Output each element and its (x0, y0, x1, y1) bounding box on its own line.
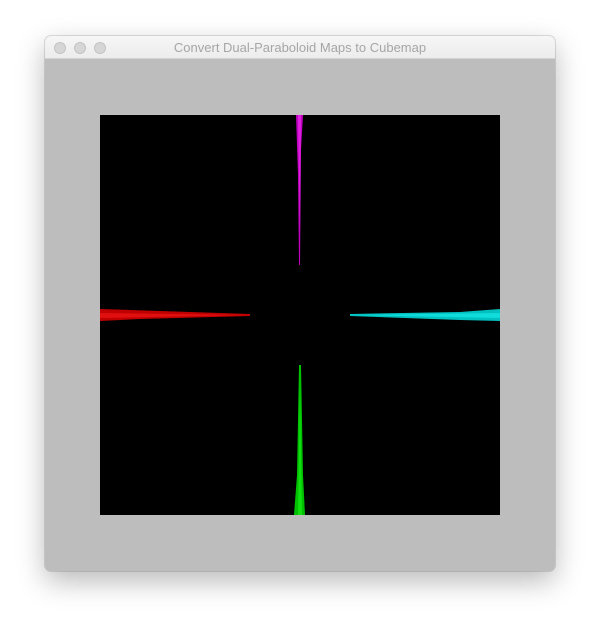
render-viewport[interactable] (100, 115, 500, 515)
title-bar[interactable]: Convert Dual-Paraboloid Maps to Cubemap (45, 36, 555, 59)
render-canvas (100, 115, 500, 515)
app-window: Convert Dual-Paraboloid Maps to Cubemap (45, 36, 555, 571)
window-title: Convert Dual-Paraboloid Maps to Cubemap (173, 40, 427, 55)
